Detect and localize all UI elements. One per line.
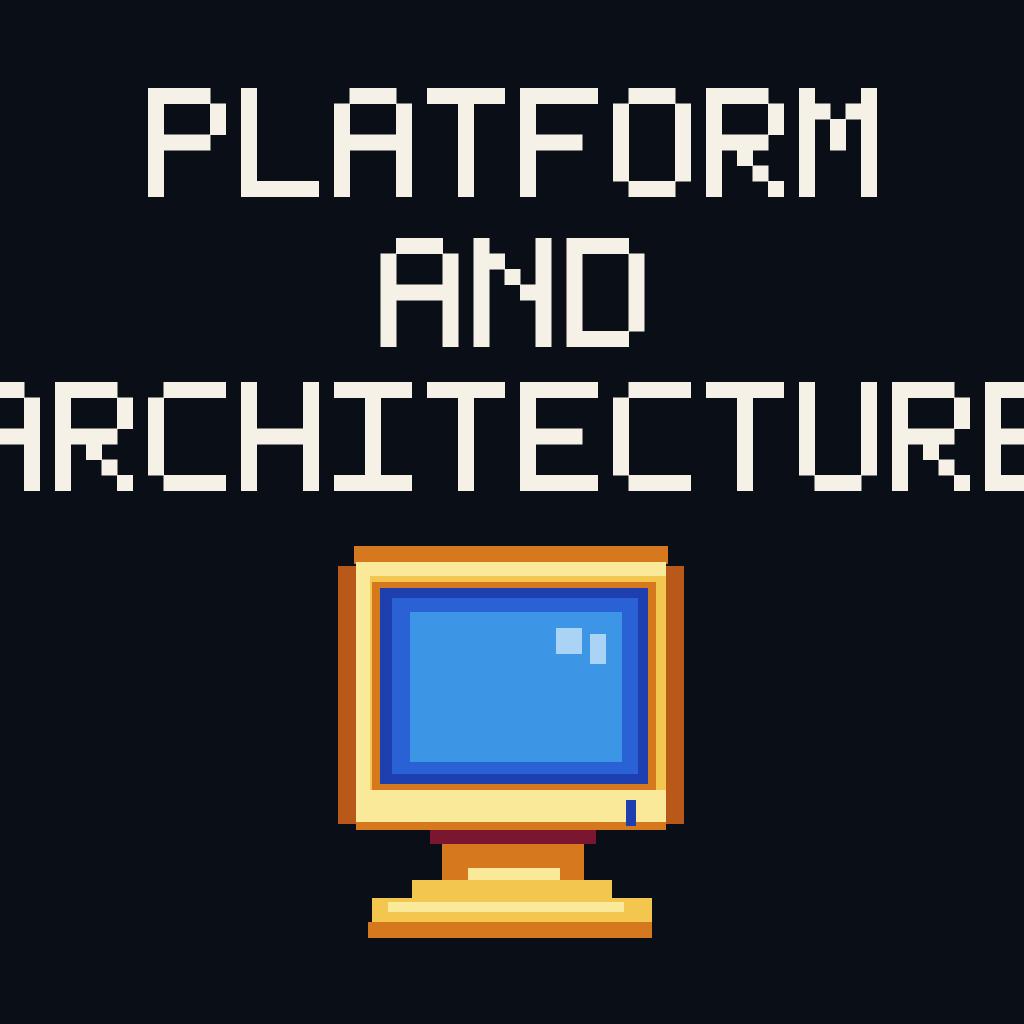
monitor-neck-top xyxy=(430,830,596,844)
monitor-screen-glare-2 xyxy=(590,634,606,664)
monitor-base-highlight xyxy=(388,902,624,912)
monitor-frame-highlight-top xyxy=(356,562,666,576)
monitor-screen-glare-1 xyxy=(556,628,582,654)
monitor-neck-highlight xyxy=(468,868,560,880)
monitor-frame-bottom-edge xyxy=(356,822,666,830)
retro-computer-monitor-icon xyxy=(338,546,684,938)
monitor-frame-outline-top xyxy=(354,546,668,564)
monitor-base-bottom xyxy=(368,922,652,938)
monitor-base-top xyxy=(412,880,612,900)
monitor-frame-outline-left xyxy=(338,566,358,824)
monitor-frame-outline-right xyxy=(664,566,684,824)
power-led-icon xyxy=(626,800,636,826)
monitor-frame-highlight-left xyxy=(356,576,370,806)
monitor-frame-bottom-bezel xyxy=(356,790,666,824)
